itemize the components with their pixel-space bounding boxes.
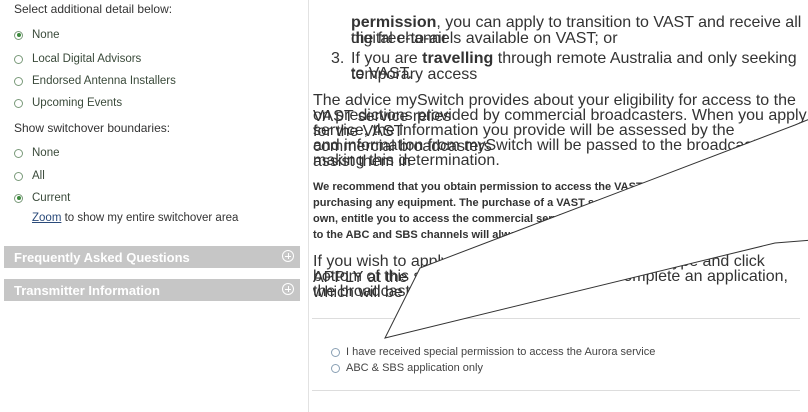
callout-bubble	[384, 119, 808, 339]
callout-shape	[384, 119, 808, 339]
